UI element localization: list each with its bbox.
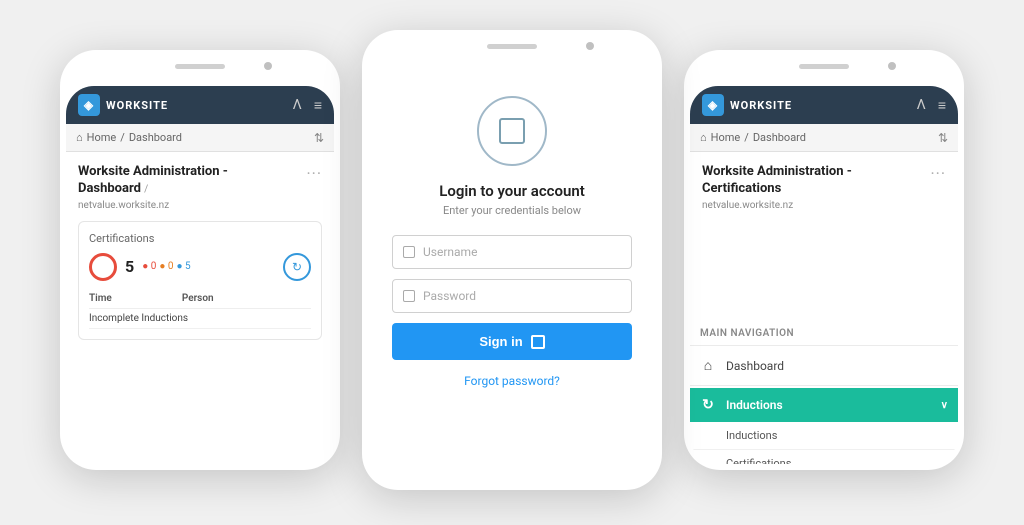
left-cert-circle-red [89,253,117,281]
left-logo-text: WORKSITE [106,99,168,112]
login-app-icon [477,96,547,166]
left-phone: ◈ WORKSITE Λ ≡ ⌂ Home / Dashboard ⇅ [60,50,340,470]
username-field-icon [403,246,415,258]
left-breadcrumb-left: ⌂ Home / Dashboard [76,131,182,144]
login-screen: Login to your account Enter your credent… [368,66,656,484]
left-home-icon: ⌂ [76,131,83,144]
phone-camera-right [888,62,896,70]
left-menu-icon[interactable]: ≡ [314,97,322,114]
right-breadcrumb-left: ⌂ Home / Dashboard [700,131,806,144]
login-square-icon [499,118,525,144]
left-breadcrumb-current: Dashboard [129,131,182,144]
forgot-password-link[interactable]: Forgot password? [464,374,560,388]
right-page-title: Worksite Administration - Certifications [702,164,852,198]
dashboard-icon: ⌂ [700,357,716,374]
center-phone-screen: Login to your account Enter your credent… [368,66,656,484]
right-header-icons: Λ ≡ [917,97,946,114]
left-page-title-block: Worksite Administration - Dashboard / ne… [78,164,228,211]
nav-sub-item-certifications[interactable]: Certifications [690,450,958,464]
left-page-domain: netvalue.worksite.nz [78,200,228,211]
right-phone: ◈ WORKSITE Λ ≡ ⌂ Home / Dashboard ⇅ [684,50,964,470]
right-header: ◈ WORKSITE Λ ≡ [690,86,958,124]
right-logo-text: WORKSITE [730,99,792,112]
dot-red: ● 0 [142,261,156,272]
table-row: Incomplete Inductions [89,308,311,328]
left-content: Worksite Administration - Dashboard / ne… [66,152,334,464]
left-cert-card: Certifications 5 ● 0 ● 0 ● 5 ↻ [78,221,322,340]
password-placeholder: Password [423,289,476,303]
login-title: Login to your account [439,182,585,200]
right-menu-icon[interactable]: ≡ [938,97,946,114]
nav-item-inductions[interactable]: ↻ Inductions ∨ [690,388,958,422]
left-breadcrumb-sep: / [120,131,125,144]
password-field[interactable]: Password [392,279,632,313]
left-page-title: Worksite Administration - Dashboard / [78,164,228,198]
right-logo: ◈ WORKSITE [702,94,792,116]
center-phone: Login to your account Enter your credent… [362,30,662,490]
nav-inductions-chevron: ∨ [941,400,948,411]
left-breadcrumb-arrows[interactable]: ⇅ [314,131,324,145]
right-page-title-block: Worksite Administration - Certifications… [702,164,852,211]
nav-inductions-label: Inductions [726,398,783,412]
nav-dashboard-label: Dashboard [726,359,784,373]
phone-speaker-left [175,64,225,69]
right-content: Worksite Administration - Certifications… [690,152,958,320]
left-header-icons: Λ ≡ [293,97,322,114]
dot-orange: ● 0 [159,261,173,272]
phone-camera-center [586,42,594,50]
left-refresh-icon[interactable]: ↻ [283,253,311,281]
right-title-row: Worksite Administration - Certifications… [702,164,946,211]
left-table-col1: Time [89,289,182,309]
left-table: Time Person Incomplete Inductions [89,289,311,329]
signin-button[interactable]: Sign in [392,323,632,360]
username-placeholder: Username [423,245,477,259]
nav-divider-top [690,345,958,346]
left-table-col2: Person [182,289,311,309]
login-subtitle: Enter your credentials below [443,204,581,217]
left-logo-icon: ◈ [78,94,100,116]
signin-icon [531,335,545,349]
phone-speaker-center [487,44,537,49]
dot-blue: ● 5 [177,261,191,272]
phone-speaker-right [799,64,849,69]
right-breadcrumb-sep: / [744,131,749,144]
nav-sub-item-inductions[interactable]: Inductions [690,422,958,450]
phone-camera-left [264,62,272,70]
left-nav-icon[interactable]: Λ [293,97,302,113]
right-breadcrumb-arrows[interactable]: ⇅ [938,131,948,145]
right-nav-area: Main navigation ⌂ Dashboard ↻ Inductions… [690,320,958,464]
password-field-icon [403,290,415,302]
right-home-label[interactable]: Home [711,131,741,144]
left-logo: ◈ WORKSITE [78,94,168,116]
nav-divider-1 [690,385,958,386]
left-more-button[interactable]: ··· [306,164,322,183]
right-more-button[interactable]: ··· [930,164,946,183]
signin-label: Sign in [479,334,522,349]
right-page-domain: netvalue.worksite.nz [702,200,852,211]
left-title-row: Worksite Administration - Dashboard / ne… [78,164,322,211]
left-table-row1: Incomplete Inductions [89,308,311,328]
left-breadcrumb: ⌂ Home / Dashboard ⇅ [66,124,334,152]
left-cert-row: 5 ● 0 ● 0 ● 5 ↻ [89,253,311,281]
right-nav-icon[interactable]: Λ [917,97,926,113]
left-header: ◈ WORKSITE Λ ≡ [66,86,334,124]
left-cert-number: 5 [125,257,134,276]
left-cert-dots: ● 0 ● 0 ● 5 [142,261,190,272]
nav-section-title: Main navigation [690,320,958,343]
left-home-label[interactable]: Home [87,131,117,144]
right-breadcrumb-current: Dashboard [753,131,806,144]
username-field[interactable]: Username [392,235,632,269]
right-phone-screen: ◈ WORKSITE Λ ≡ ⌂ Home / Dashboard ⇅ [690,86,958,464]
nav-item-dashboard[interactable]: ⌂ Dashboard [690,348,958,383]
right-logo-icon: ◈ [702,94,724,116]
left-card-title: Certifications [89,232,311,245]
left-phone-screen: ◈ WORKSITE Λ ≡ ⌂ Home / Dashboard ⇅ [66,86,334,464]
right-breadcrumb: ⌂ Home / Dashboard ⇅ [690,124,958,152]
inductions-icon: ↻ [700,397,716,413]
right-home-icon: ⌂ [700,131,707,144]
